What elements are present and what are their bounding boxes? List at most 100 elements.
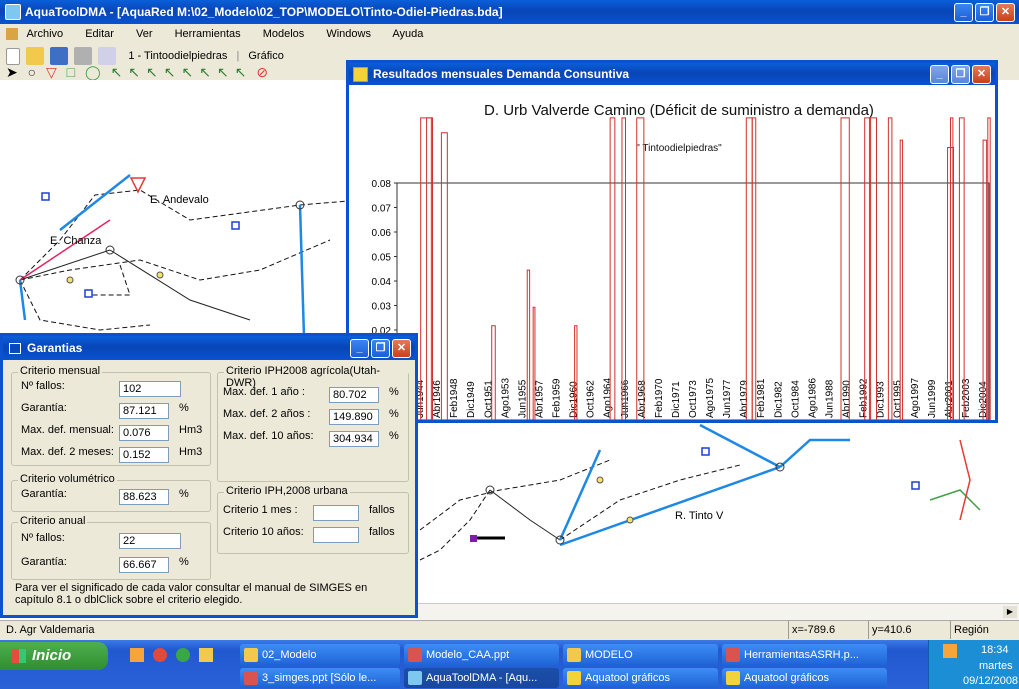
garantia-anual-field[interactable]: 66.667 — [119, 557, 169, 573]
series-spike — [870, 117, 878, 420]
garantias-maximize-button[interactable]: ❐ — [371, 339, 390, 358]
nfallos-mensual-field[interactable]: 102 — [119, 381, 181, 397]
def10-label: Max. def. 10 años: — [223, 430, 314, 442]
circle-tool-icon[interactable]: ○ — [28, 64, 36, 80]
link-tool-icons[interactable]: ↖↖↖↖↖↖↖↖ — [111, 64, 253, 80]
dialog-note: Para ver el significado de cada valor co… — [15, 582, 368, 606]
task-modelo-folder[interactable]: MODELO — [563, 644, 718, 666]
quicklaunch-icon-2[interactable] — [153, 648, 168, 662]
menu-windows[interactable]: Windows — [326, 28, 371, 40]
garantia-mensual-field[interactable]: 87.121 — [119, 403, 169, 419]
garantias-close-button[interactable]: ✕ — [392, 339, 411, 358]
grafico-button[interactable]: Gráfico — [248, 50, 283, 62]
minimize-button[interactable]: _ — [954, 3, 973, 22]
app-icon — [5, 4, 21, 20]
x-tick-label: Oct1973 — [688, 380, 699, 418]
menu-bar: Archivo Editar Ver Herramientas Modelos … — [0, 24, 1019, 44]
x-tick-label: Ago1997 — [910, 378, 921, 418]
group-urbana[interactable]: Criterio IPH,2008 urbana — [217, 485, 409, 554]
print-icon[interactable] — [74, 47, 93, 66]
menu-editar[interactable]: Editar — [85, 28, 114, 40]
chart-minimize-button[interactable]: _ — [930, 65, 949, 84]
task-herramientas[interactable]: HerramientasASRH.p... — [722, 644, 887, 666]
x-tick-label: Dic1971 — [671, 381, 682, 418]
task-aquatool-graficos-1[interactable]: Aquatool gráficos — [563, 668, 718, 688]
series-spike — [899, 139, 904, 420]
status-y: y=410.6 — [868, 621, 911, 639]
y-tick-label: 0.07 — [372, 204, 392, 215]
preview-icon[interactable] — [98, 47, 117, 66]
garantias-title: Garantias — [27, 341, 83, 355]
nfallos-anual-label: Nº fallos: — [21, 532, 65, 544]
menu-ver[interactable]: Ver — [136, 28, 153, 40]
x-tick-label: Abr1979 — [739, 380, 750, 418]
new-icon[interactable] — [6, 47, 20, 65]
x-tick-label: Dic1993 — [876, 381, 887, 418]
x-tick-label: Oct1995 — [893, 380, 904, 418]
menu-archivo[interactable]: Archivo — [26, 28, 63, 40]
tray-icon[interactable] — [943, 644, 957, 658]
start-button[interactable]: Inicio — [0, 642, 108, 670]
ellipse-tool-icon[interactable]: ◯ — [85, 64, 101, 80]
urbana-mes-field[interactable] — [313, 505, 359, 521]
def2-field[interactable]: 149.890 — [329, 409, 379, 425]
maxdef2-field[interactable]: 0.152 — [119, 447, 169, 463]
x-tick-label: Jun1988 — [824, 379, 835, 418]
def10-field[interactable]: 304.934 — [329, 431, 379, 447]
open-icon[interactable] — [26, 47, 45, 66]
chart-window-titlebar[interactable]: Resultados mensuales Demanda Consuntiva … — [349, 63, 995, 85]
folder-icon — [567, 648, 581, 662]
task-modelo-caa[interactable]: Modelo_CAA.ppt — [404, 644, 559, 666]
x-tick-label: Oct1951 — [483, 380, 494, 418]
def1-field[interactable]: 80.702 — [329, 387, 379, 403]
x-tick-label: Dic1949 — [466, 381, 477, 418]
x-tick-label: Ago1986 — [807, 378, 818, 418]
group-anual[interactable]: Criterio anual — [11, 515, 211, 580]
doc-icon — [6, 28, 18, 41]
ppt-icon — [726, 648, 740, 662]
app-titlebar[interactable]: AquaToolDMA - [AquaRed M:\02_Modelo\02_T… — [0, 0, 1019, 24]
chart-maximize-button[interactable]: ❐ — [951, 65, 970, 84]
save-icon[interactable] — [50, 47, 69, 66]
start-label: Inicio — [32, 647, 72, 664]
x-tick-label: Oct1984 — [790, 380, 801, 418]
close-button[interactable]: ✕ — [996, 3, 1015, 22]
garantia-anual-label: Garantía: — [21, 556, 67, 568]
triangle-tool-icon[interactable]: ▽ — [46, 64, 57, 80]
group-mensual-title: Criterio mensual — [18, 365, 103, 377]
series-spike — [526, 269, 531, 420]
urbana-anos-field[interactable] — [313, 527, 359, 543]
garantias-titlebar[interactable]: Garantias _ ❐ ✕ — [3, 336, 415, 360]
maximize-button[interactable]: ❐ — [975, 3, 994, 22]
x-tick-label: Feb1970 — [654, 378, 665, 418]
task-aquatooldma[interactable]: AquaToolDMA - [Aqu... — [404, 668, 559, 688]
quicklaunch-icon-4[interactable] — [199, 648, 214, 662]
menu-herramientas[interactable]: Herramientas — [175, 28, 241, 40]
app-title: AquaToolDMA - [AquaRed M:\02_Modelo\02_T… — [25, 5, 503, 19]
garantia-vol-field[interactable]: 88.623 — [119, 489, 169, 505]
task-02-modelo[interactable]: 02_Modelo — [240, 644, 400, 666]
forbid-tool-icon[interactable]: ⊘ — [256, 64, 268, 80]
chart-close-button[interactable]: ✕ — [972, 65, 991, 84]
pointer-tool-icon[interactable]: ➤ — [6, 64, 18, 80]
quicklaunch-icon-1[interactable] — [130, 648, 144, 662]
status-x: x=-789.6 — [788, 621, 835, 639]
chart-subtitle: " Tintoodielpiedras" — [636, 143, 722, 154]
square-tool-icon[interactable]: □ — [67, 64, 75, 80]
quicklaunch-icon-3[interactable] — [176, 648, 191, 662]
garantias-minimize-button[interactable]: _ — [350, 339, 369, 358]
series-spike — [609, 117, 616, 420]
menu-ayuda[interactable]: Ayuda — [392, 28, 423, 40]
x-tick-label: Feb1992 — [859, 378, 870, 418]
menu-modelos[interactable]: Modelos — [263, 28, 305, 40]
maxdef-mensual-field[interactable]: 0.076 — [119, 425, 169, 441]
map-horizontal-scrollbar[interactable]: ▶ — [418, 603, 1019, 620]
nfallos-anual-field[interactable]: 22 — [119, 533, 181, 549]
windows-logo-icon — [12, 649, 26, 664]
status-bar: D. Agr Valdemaria x=-789.6 y=410.6 Regió… — [0, 620, 1019, 640]
model-combo[interactable]: 1 - Tintoodielpiedras — [128, 50, 227, 62]
urbana-anos-fallos: fallos — [369, 526, 395, 538]
x-tick-label: Dic1960 — [569, 381, 580, 418]
task-aquatool-graficos-2[interactable]: Aquatool gráficos — [722, 668, 887, 688]
task-3-simges[interactable]: 3_simges.ppt [Sólo le... — [240, 668, 400, 688]
